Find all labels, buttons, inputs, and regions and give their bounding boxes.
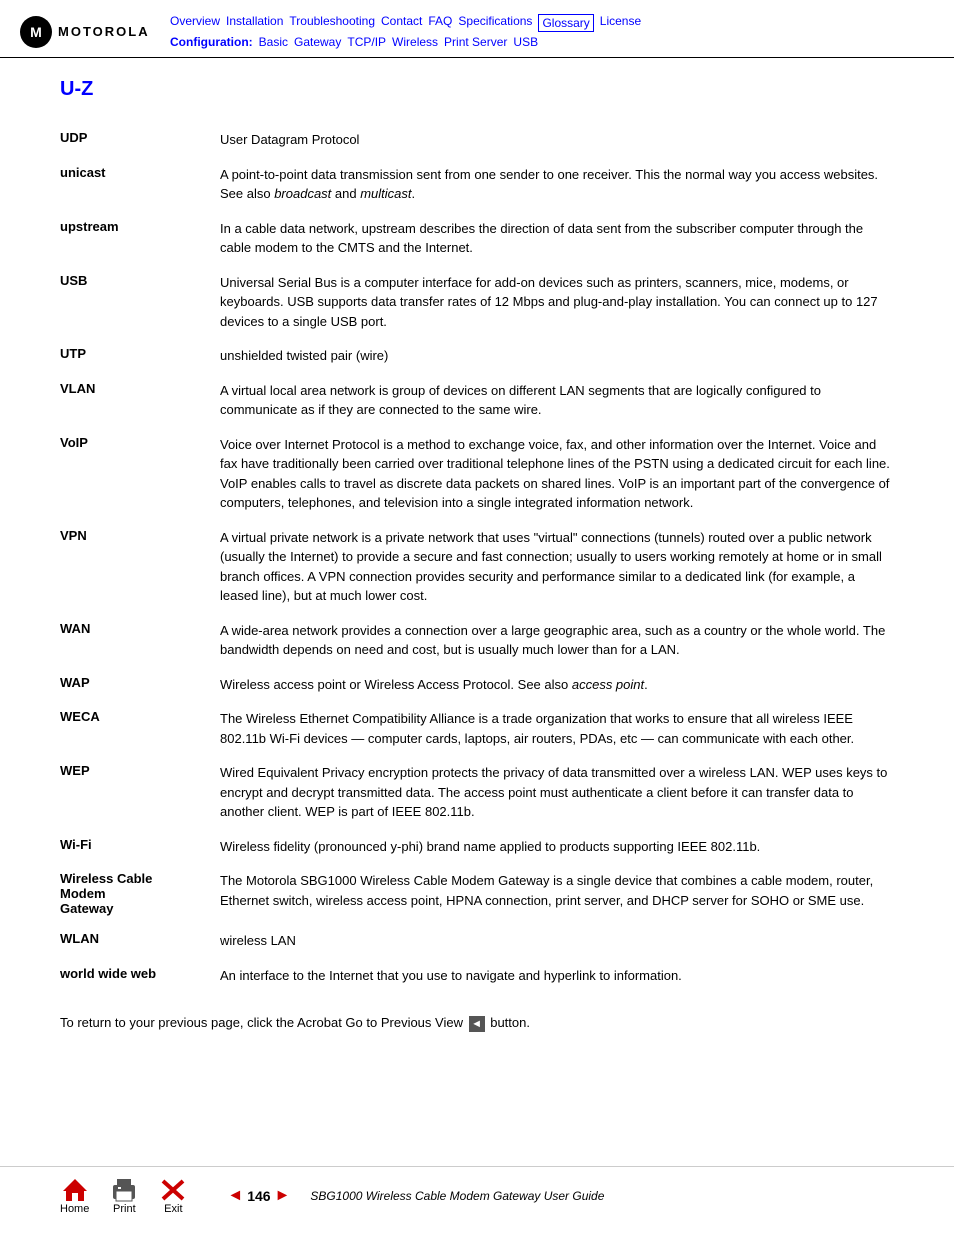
motorola-logo: M	[20, 16, 52, 48]
motorola-m-icon: M	[30, 24, 42, 40]
def-wlan: wireless LAN	[220, 926, 894, 961]
prev-page-text2: button.	[490, 1015, 530, 1030]
def-wap: Wireless access point or Wireless Access…	[220, 670, 894, 705]
term-voip: VoIP	[60, 430, 220, 523]
exit-label: Exit	[164, 1203, 182, 1215]
print-icon	[109, 1177, 139, 1203]
prev-page-arrow[interactable]: ◄	[227, 1187, 243, 1205]
term-utp: UTP	[60, 341, 220, 376]
exit-button[interactable]: Exit	[159, 1177, 187, 1215]
nav-area: Overview Installation Troubleshooting Co…	[170, 14, 934, 49]
nav-print-server[interactable]: Print Server	[444, 35, 507, 49]
term-wan: WAN	[60, 616, 220, 670]
def-wep: Wired Equivalent Privacy encryption prot…	[220, 758, 894, 832]
def-vpn: A virtual private network is a private n…	[220, 523, 894, 616]
exit-icon	[159, 1177, 187, 1203]
table-row: WLAN wireless LAN	[60, 926, 894, 961]
def-voip: Voice over Internet Protocol is a method…	[220, 430, 894, 523]
prev-page-note: To return to your previous page, click t…	[60, 1015, 894, 1032]
table-row: VPN A virtual private network is a priva…	[60, 523, 894, 616]
table-row: Wi-Fi Wireless fidelity (pronounced y-ph…	[60, 832, 894, 867]
table-row: VLAN A virtual local area network is gro…	[60, 376, 894, 430]
table-row: unicast A point-to-point data transmissi…	[60, 160, 894, 214]
nav-usb[interactable]: USB	[513, 35, 538, 49]
table-row: WAN A wide-area network provides a conne…	[60, 616, 894, 670]
nav-faq[interactable]: FAQ	[428, 14, 452, 32]
table-row: world wide web An interface to the Inter…	[60, 961, 894, 996]
table-row: USB Universal Serial Bus is a computer i…	[60, 268, 894, 342]
term-unicast: unicast	[60, 160, 220, 214]
def-wan: A wide-area network provides a connectio…	[220, 616, 894, 670]
main-content: U-Z UDP User Datagram Protocol unicast A…	[0, 58, 954, 1052]
def-www: An interface to the Internet that you us…	[220, 961, 894, 996]
nav-troubleshooting[interactable]: Troubleshooting	[289, 14, 375, 32]
home-label: Home	[60, 1203, 89, 1215]
prev-page-text: To return to your previous page, click t…	[60, 1015, 463, 1030]
term-udp: UDP	[60, 125, 220, 160]
page-number: 146	[247, 1188, 270, 1204]
logo-area: M MOTOROLA	[20, 16, 170, 48]
footer-icons: Home Print Exit	[60, 1177, 187, 1215]
print-button[interactable]: Print	[109, 1177, 139, 1215]
table-row: upstream In a cable data network, upstre…	[60, 214, 894, 268]
footer-nav: Home Print Exit ◄ 146 ► SBG1000 Wireless…	[0, 1166, 954, 1225]
nav-glossary[interactable]: Glossary	[538, 14, 593, 32]
term-upstream: upstream	[60, 214, 220, 268]
term-wep: WEP	[60, 758, 220, 832]
table-row: WEP Wired Equivalent Privacy encryption …	[60, 758, 894, 832]
def-udp: User Datagram Protocol	[220, 125, 894, 160]
nav-overview[interactable]: Overview	[170, 14, 220, 32]
nav-wireless[interactable]: Wireless	[392, 35, 438, 49]
def-wcmg: The Motorola SBG1000 Wireless Cable Mode…	[220, 866, 894, 926]
table-row: UTP unshielded twisted pair (wire)	[60, 341, 894, 376]
def-utp: unshielded twisted pair (wire)	[220, 341, 894, 376]
print-label: Print	[113, 1203, 136, 1215]
def-upstream: In a cable data network, upstream descri…	[220, 214, 894, 268]
def-usb: Universal Serial Bus is a computer inter…	[220, 268, 894, 342]
table-row: UDP User Datagram Protocol	[60, 125, 894, 160]
nav-installation[interactable]: Installation	[226, 14, 283, 32]
home-button[interactable]: Home	[60, 1177, 89, 1215]
page-indicator: ◄ 146 ►	[227, 1187, 290, 1205]
home-icon	[61, 1177, 89, 1203]
motorola-wordmark: MOTOROLA	[58, 24, 150, 39]
doc-title: SBG1000 Wireless Cable Modem Gateway Use…	[310, 1189, 604, 1203]
term-usb: USB	[60, 268, 220, 342]
term-www: world wide web	[60, 961, 220, 996]
header: M MOTOROLA Overview Installation Trouble…	[0, 0, 954, 58]
next-page-arrow[interactable]: ►	[275, 1187, 291, 1205]
nav-gateway[interactable]: Gateway	[294, 35, 341, 49]
acrobat-btn-icon: ◄	[469, 1016, 485, 1032]
term-wcmg: Wireless CableModemGateway	[60, 866, 220, 926]
table-row: WECA The Wireless Ethernet Compatibility…	[60, 704, 894, 758]
config-label: Configuration:	[170, 35, 253, 49]
page-title: U-Z	[60, 78, 894, 101]
nav-tcpip[interactable]: TCP/IP	[347, 35, 386, 49]
nav-contact[interactable]: Contact	[381, 14, 422, 32]
def-unicast: A point-to-point data transmission sent …	[220, 160, 894, 214]
term-wifi: Wi-Fi	[60, 832, 220, 867]
table-row: Wireless CableModemGateway The Motorola …	[60, 866, 894, 926]
nav-top: Overview Installation Troubleshooting Co…	[170, 14, 934, 32]
table-row: WAP Wireless access point or Wireless Ac…	[60, 670, 894, 705]
nav-bottom: Configuration: Basic Gateway TCP/IP Wire…	[170, 35, 934, 49]
nav-specifications[interactable]: Specifications	[458, 14, 532, 32]
def-wifi: Wireless fidelity (pronounced y-phi) bra…	[220, 832, 894, 867]
term-wlan: WLAN	[60, 926, 220, 961]
nav-license[interactable]: License	[600, 14, 641, 32]
term-vpn: VPN	[60, 523, 220, 616]
def-weca: The Wireless Ethernet Compatibility Alli…	[220, 704, 894, 758]
term-weca: WECA	[60, 704, 220, 758]
term-vlan: VLAN	[60, 376, 220, 430]
glossary-table: UDP User Datagram Protocol unicast A poi…	[60, 125, 894, 995]
nav-basic[interactable]: Basic	[259, 35, 288, 49]
def-vlan: A virtual local area network is group of…	[220, 376, 894, 430]
term-wap: WAP	[60, 670, 220, 705]
table-row: VoIP Voice over Internet Protocol is a m…	[60, 430, 894, 523]
